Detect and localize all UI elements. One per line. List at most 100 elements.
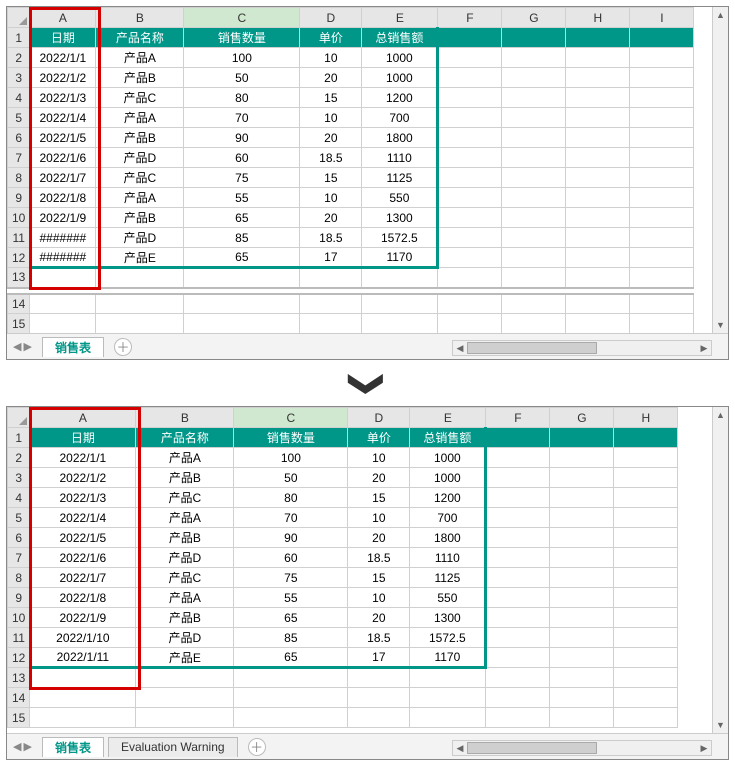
cell[interactable]: 产品E [96, 248, 184, 268]
cell[interactable] [550, 668, 614, 688]
row-header[interactable]: 3 [8, 68, 30, 88]
cell[interactable]: 55 [184, 188, 300, 208]
cell[interactable]: 2022/1/3 [30, 88, 96, 108]
cell[interactable] [630, 188, 694, 208]
cell[interactable] [566, 314, 630, 334]
cell[interactable] [184, 314, 300, 334]
cell[interactable] [550, 648, 614, 668]
cell[interactable]: 55 [234, 588, 348, 608]
cell[interactable] [630, 268, 694, 288]
cell[interactable]: 1300 [410, 608, 486, 628]
cell[interactable]: 15 [348, 488, 410, 508]
cell[interactable] [550, 528, 614, 548]
cell[interactable] [614, 608, 678, 628]
cell[interactable] [630, 68, 694, 88]
cell[interactable] [486, 488, 550, 508]
cell[interactable] [486, 508, 550, 528]
cell[interactable]: 65 [184, 208, 300, 228]
row-header[interactable]: 7 [8, 148, 30, 168]
cell[interactable] [614, 548, 678, 568]
cell[interactable] [550, 708, 614, 728]
cell[interactable] [184, 294, 300, 314]
row-header[interactable]: 5 [8, 508, 30, 528]
cell[interactable] [502, 68, 566, 88]
cell[interactable]: 产品A [96, 108, 184, 128]
sheet-tab[interactable]: 销售表 [42, 737, 104, 757]
cell[interactable] [438, 28, 502, 48]
cell[interactable]: 日期 [30, 428, 136, 448]
cell[interactable]: 70 [184, 108, 300, 128]
cell[interactable] [550, 448, 614, 468]
col-header-I[interactable]: I [630, 8, 694, 28]
cell[interactable]: 日期 [30, 28, 96, 48]
cell[interactable]: 10 [348, 448, 410, 468]
cell[interactable] [502, 128, 566, 148]
cell[interactable]: 1170 [410, 648, 486, 668]
row-header[interactable]: 12 [8, 248, 30, 268]
cell[interactable] [96, 268, 184, 288]
cell[interactable] [550, 468, 614, 488]
cell[interactable] [614, 688, 678, 708]
cell[interactable] [630, 128, 694, 148]
cell[interactable] [438, 228, 502, 248]
cell[interactable] [96, 294, 184, 314]
cell[interactable]: 65 [234, 608, 348, 628]
cell[interactable]: 18.5 [348, 548, 410, 568]
cell[interactable] [30, 708, 136, 728]
col-header-B[interactable]: B [96, 8, 184, 28]
cell[interactable] [550, 548, 614, 568]
cell[interactable] [486, 528, 550, 548]
cell[interactable] [630, 48, 694, 68]
cell[interactable]: 产品B [136, 608, 234, 628]
scroll-up-icon[interactable]: ▲ [713, 7, 728, 23]
cell[interactable] [486, 428, 550, 448]
cell[interactable]: 100 [184, 48, 300, 68]
cell[interactable]: 销售数量 [234, 428, 348, 448]
row-header[interactable]: 9 [8, 188, 30, 208]
cell[interactable]: 产品E [136, 648, 234, 668]
cell[interactable]: 50 [184, 68, 300, 88]
cell[interactable] [438, 128, 502, 148]
scroll-left-icon[interactable]: ◀ [453, 343, 467, 354]
cell[interactable] [566, 68, 630, 88]
cell[interactable] [486, 568, 550, 588]
cell[interactable] [550, 508, 614, 528]
cell[interactable]: 80 [234, 488, 348, 508]
scroll-up-icon[interactable]: ▲ [713, 407, 728, 423]
cell[interactable]: 550 [410, 588, 486, 608]
scroll-down-icon[interactable]: ▼ [713, 317, 728, 333]
cell[interactable] [614, 468, 678, 488]
cell[interactable] [30, 668, 136, 688]
cell[interactable] [486, 648, 550, 668]
cell[interactable]: 75 [184, 168, 300, 188]
cell[interactable]: 2022/1/3 [30, 488, 136, 508]
horizontal-scrollbar[interactable]: ◀ ▶ [452, 740, 712, 756]
cell[interactable]: 产品B [96, 128, 184, 148]
cell[interactable] [438, 108, 502, 128]
cell[interactable] [614, 448, 678, 468]
cell[interactable]: 产品D [96, 228, 184, 248]
cell[interactable]: 2022/1/2 [30, 468, 136, 488]
scroll-right-icon[interactable]: ▶ [697, 743, 711, 754]
cell[interactable]: 产品D [136, 548, 234, 568]
col-header-E[interactable]: E [410, 408, 486, 428]
row-header[interactable]: 2 [8, 448, 30, 468]
row-header[interactable]: 1 [8, 28, 30, 48]
scroll-track[interactable] [467, 741, 697, 755]
cell[interactable] [410, 708, 486, 728]
cell[interactable] [438, 208, 502, 228]
cell[interactable] [486, 448, 550, 468]
cell[interactable]: 50 [234, 468, 348, 488]
cell[interactable]: 90 [234, 528, 348, 548]
cell[interactable] [566, 48, 630, 68]
cell[interactable]: 90 [184, 128, 300, 148]
cell[interactable]: 产品B [96, 68, 184, 88]
cell[interactable] [502, 188, 566, 208]
cell[interactable] [630, 208, 694, 228]
row-header[interactable]: 12 [8, 648, 30, 668]
row-header[interactable]: 3 [8, 468, 30, 488]
cell[interactable]: 1000 [410, 468, 486, 488]
cell[interactable]: 产品A [136, 448, 234, 468]
cell[interactable]: 产品B [136, 528, 234, 548]
cell[interactable]: 20 [348, 468, 410, 488]
